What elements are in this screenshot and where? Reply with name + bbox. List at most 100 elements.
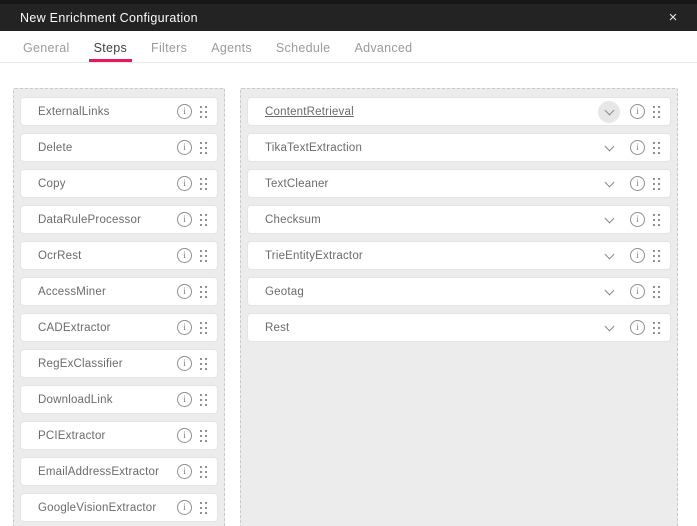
chevron-down-icon[interactable] [598,173,620,195]
step-card[interactable]: Delete i [20,133,218,162]
drag-dots [653,322,655,324]
step-card[interactable]: DataRuleProcessor i [20,205,218,234]
chevron-down-icon[interactable] [598,101,620,123]
drag-dots [653,214,655,216]
pipeline-step-card[interactable]: TextCleaner i [247,169,671,198]
tab-schedule[interactable]: Schedule [276,41,331,62]
chevron-down-icon[interactable] [598,245,620,267]
info-icon[interactable]: i [630,176,645,191]
step-card[interactable]: OcrRest i [20,241,218,270]
step-card[interactable]: AccessMiner i [20,277,218,306]
dialog-title: New Enrichment Configuration [20,11,198,25]
chevron-down-icon[interactable] [598,317,620,339]
chevron-glyph [604,321,614,331]
info-icon[interactable]: i [177,500,192,515]
step-label: DataRuleProcessor [38,214,177,226]
drag-handle-icon[interactable] [200,501,208,514]
info-icon[interactable]: i [630,140,645,155]
drag-handle-icon[interactable] [200,213,208,226]
chevron-down-icon[interactable] [598,209,620,231]
info-icon[interactable]: i [177,320,192,335]
drag-handle-icon[interactable] [653,105,661,118]
info-icon[interactable]: i [177,212,192,227]
pipeline-step-card[interactable]: TikaTextExtraction i [247,133,671,162]
info-icon[interactable]: i [177,176,192,191]
drag-handle-icon[interactable] [200,105,208,118]
info-icon[interactable]: i [177,284,192,299]
drag-handle-icon[interactable] [653,177,661,190]
dialog-titlebar: New Enrichment Configuration × [0,4,697,31]
chevron-down-icon[interactable] [598,281,620,303]
info-icon[interactable]: i [630,320,645,335]
chevron-glyph [604,213,614,223]
drag-dots [200,430,202,432]
step-card[interactable]: EmailAddressExtractor i [20,457,218,486]
step-label: OcrRest [38,250,177,262]
drag-handle-icon[interactable] [200,393,208,406]
step-label: ContentRetrieval [265,106,598,118]
pipeline-step-card[interactable]: Geotag i [247,277,671,306]
pipeline-step-card[interactable]: Checksum i [247,205,671,234]
drag-dots [653,106,655,108]
info-icon[interactable]: i [630,248,645,263]
chevron-down-icon[interactable] [598,137,620,159]
drag-handle-icon[interactable] [653,321,661,334]
info-icon[interactable]: i [177,140,192,155]
drag-handle-icon[interactable] [200,429,208,442]
step-card[interactable]: CADExtractor i [20,313,218,342]
step-card[interactable]: DownloadLink i [20,385,218,414]
drag-dots [200,286,202,288]
tab-bar: General Steps Filters Agents Schedule Ad… [0,31,697,63]
drag-dots [653,178,655,180]
pipeline-step-card[interactable]: ContentRetrieval i [247,97,671,126]
chevron-glyph [604,285,614,295]
close-button[interactable]: × [663,8,683,28]
step-label: DownloadLink [38,394,177,406]
drag-handle-icon[interactable] [653,249,661,262]
close-icon: × [669,10,678,25]
drag-dots [200,142,202,144]
info-icon[interactable]: i [177,392,192,407]
drag-handle-icon[interactable] [200,321,208,334]
step-card[interactable]: PCIExtractor i [20,421,218,450]
info-icon[interactable]: i [177,104,192,119]
step-card[interactable]: ExternalLinks i [20,97,218,126]
step-card[interactable]: Copy i [20,169,218,198]
step-label: CADExtractor [38,322,177,334]
pipeline-step-card[interactable]: TrieEntityExtractor i [247,241,671,270]
step-label: PCIExtractor [38,430,177,442]
pipeline-step-card[interactable]: Rest i [247,313,671,342]
step-card[interactable]: RegExClassifier i [20,349,218,378]
pipeline-steps-panel: ContentRetrieval i TikaTextExtraction i … [240,88,678,526]
step-label: Copy [38,178,177,190]
tab-filters[interactable]: Filters [151,41,187,62]
drag-dots [200,466,202,468]
tab-agents[interactable]: Agents [211,41,252,62]
tab-steps[interactable]: Steps [94,41,127,62]
drag-handle-icon[interactable] [200,177,208,190]
tab-advanced[interactable]: Advanced [354,41,412,62]
info-icon[interactable]: i [177,356,192,371]
drag-handle-icon[interactable] [200,285,208,298]
info-icon[interactable]: i [630,284,645,299]
chevron-glyph [604,249,614,259]
drag-handle-icon[interactable] [653,285,661,298]
drag-handle-icon[interactable] [200,357,208,370]
info-icon[interactable]: i [177,248,192,263]
step-label: Rest [265,322,598,334]
step-card[interactable]: GoogleVisionExtractor i [20,493,218,522]
info-icon[interactable]: i [630,212,645,227]
info-icon[interactable]: i [177,428,192,443]
drag-handle-icon[interactable] [200,141,208,154]
info-icon[interactable]: i [177,464,192,479]
step-label: TikaTextExtraction [265,142,598,154]
drag-handle-icon[interactable] [653,141,661,154]
drag-dots [200,214,202,216]
drag-dots [200,358,202,360]
info-icon[interactable]: i [630,104,645,119]
drag-handle-icon[interactable] [200,249,208,262]
tab-general[interactable]: General [23,41,70,62]
drag-dots [653,250,655,252]
drag-handle-icon[interactable] [653,213,661,226]
drag-handle-icon[interactable] [200,465,208,478]
